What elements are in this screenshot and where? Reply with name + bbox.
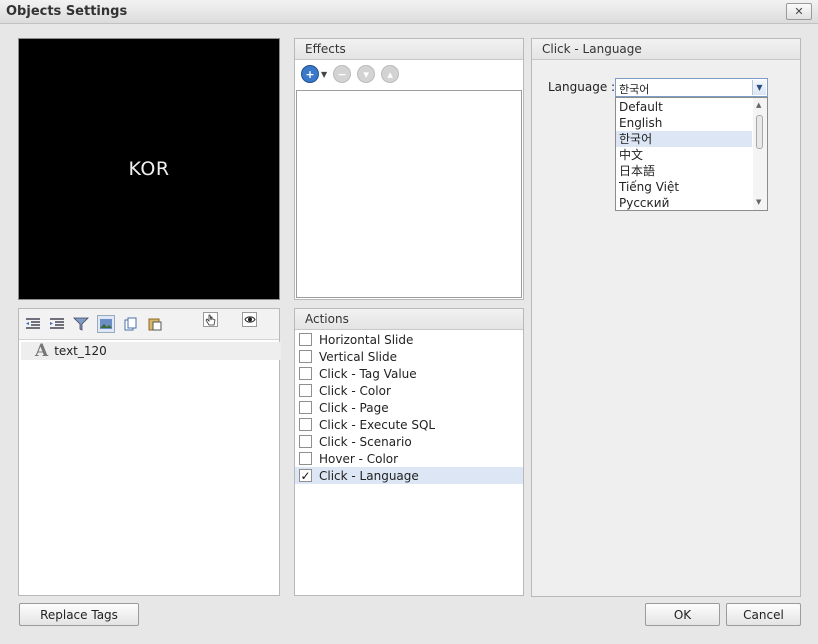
remove-effect-icon[interactable]: − xyxy=(333,65,352,83)
action-checkbox[interactable] xyxy=(299,384,312,397)
tree-item-label: text_120 xyxy=(54,344,107,358)
language-label: Language : xyxy=(548,80,616,94)
action-checkbox[interactable] xyxy=(299,452,312,465)
action-item[interactable]: Hover - Color xyxy=(295,450,523,467)
action-checkbox[interactable] xyxy=(299,435,312,448)
language-select-value: 한국어 xyxy=(619,83,650,96)
cancel-label: Cancel xyxy=(743,607,784,622)
action-label: Vertical Slide xyxy=(319,349,398,364)
cancel-button[interactable]: Cancel xyxy=(726,603,801,626)
actions-panel: Actions Horizontal Slide Vertical Slide Cl… xyxy=(294,308,524,596)
object-tree-panel: A text_120 xyxy=(18,308,281,596)
effects-header: Effects xyxy=(295,39,523,60)
action-label: Click - Scenario xyxy=(319,434,412,449)
action-label: Click - Page xyxy=(319,400,389,415)
action-item[interactable]: ✓ Click - Language xyxy=(295,467,523,484)
chevron-down-icon[interactable]: ▼ xyxy=(321,70,327,79)
action-item[interactable]: Click - Scenario xyxy=(295,433,523,450)
close-button[interactable]: ✕ xyxy=(786,3,812,20)
scroll-down-icon[interactable]: ▼ xyxy=(756,198,761,206)
eye-icon[interactable] xyxy=(242,312,257,327)
language-option[interactable]: 中文 xyxy=(616,147,752,163)
action-label: Click - Color xyxy=(319,383,391,398)
language-options: Default English 한국어 中文 日本語 Tiếng Việt Русский xyxy=(616,99,752,211)
actions-list: Horizontal Slide Vertical Slide Click - Ta… xyxy=(295,330,523,484)
effects-toolbar: + ▼ − ▾ ▴ xyxy=(295,60,523,88)
tree-list: A text_120 xyxy=(19,312,281,361)
filter-icon[interactable] xyxy=(73,316,89,332)
effects-list[interactable] xyxy=(296,90,522,298)
tree-item[interactable]: A text_120 xyxy=(21,312,281,361)
preview-canvas: KOR xyxy=(18,38,280,300)
copy-icon[interactable] xyxy=(123,316,139,332)
action-item[interactable]: Click - Page xyxy=(295,399,523,416)
move-down-icon[interactable]: ▾ xyxy=(357,65,376,83)
language-dropdown[interactable]: Default English 한국어 中文 日本語 Tiếng Việt Русский … xyxy=(615,97,768,211)
move-up-icon[interactable]: ▴ xyxy=(381,65,400,83)
ok-button[interactable]: OK xyxy=(645,603,720,626)
hand-pointer-icon[interactable] xyxy=(203,312,218,327)
chevron-down-icon[interactable]: ▼ xyxy=(752,80,766,95)
paste-icon[interactable] xyxy=(147,316,163,332)
tree-toolbar xyxy=(19,309,279,340)
ok-label: OK xyxy=(673,607,692,622)
language-option[interactable]: Tiếng Việt xyxy=(616,179,752,195)
scroll-up-icon[interactable]: ▲ xyxy=(756,101,761,109)
action-item[interactable]: Click - Tag Value xyxy=(295,365,523,382)
settings-header: Click - Language xyxy=(532,39,800,60)
action-label: Click - Tag Value xyxy=(319,366,417,381)
action-checkbox[interactable] xyxy=(299,333,312,346)
language-option[interactable]: Default xyxy=(616,99,752,115)
action-checkbox[interactable] xyxy=(299,401,312,414)
text-object-icon: A xyxy=(35,341,49,361)
preview-text: KOR xyxy=(128,158,170,180)
action-checkbox[interactable]: ✓ xyxy=(299,469,312,482)
action-checkbox[interactable] xyxy=(299,350,312,363)
replace-tags-button[interactable]: Replace Tags xyxy=(19,603,139,626)
close-icon: ✕ xyxy=(794,5,804,18)
indent-increase-icon[interactable] xyxy=(49,316,65,332)
add-effect-icon[interactable]: + xyxy=(301,65,319,83)
actions-header: Actions xyxy=(295,309,523,330)
action-item[interactable]: Click - Execute SQL xyxy=(295,416,523,433)
dropdown-scrollbar[interactable]: ▲ ▼ xyxy=(753,98,767,210)
action-label: Horizontal Slide xyxy=(319,332,414,347)
action-checkbox[interactable] xyxy=(299,418,312,431)
action-item[interactable]: Click - Color xyxy=(295,382,523,399)
scrollbar-thumb[interactable] xyxy=(756,115,763,149)
image-icon[interactable] xyxy=(97,315,115,333)
action-label: Hover - Color xyxy=(319,451,399,466)
action-label: Click - Language xyxy=(319,468,419,483)
replace-tags-label: Replace Tags xyxy=(40,607,118,622)
language-option[interactable]: 日本語 xyxy=(616,163,752,179)
action-item[interactable]: Vertical Slide xyxy=(295,348,523,365)
effects-panel: Effects + ▼ − ▾ ▴ xyxy=(294,38,524,300)
language-select[interactable]: 한국어 ▼ xyxy=(615,78,768,97)
action-item[interactable]: Horizontal Slide xyxy=(295,331,523,348)
window-title: Objects Settings xyxy=(6,4,128,19)
action-label: Click - Execute SQL xyxy=(319,417,436,432)
action-checkbox[interactable] xyxy=(299,367,312,380)
language-option[interactable]: 한국어 xyxy=(616,131,752,147)
language-option[interactable]: English xyxy=(616,115,752,131)
indent-decrease-icon[interactable] xyxy=(25,316,41,332)
language-option[interactable]: Русский xyxy=(616,195,752,211)
